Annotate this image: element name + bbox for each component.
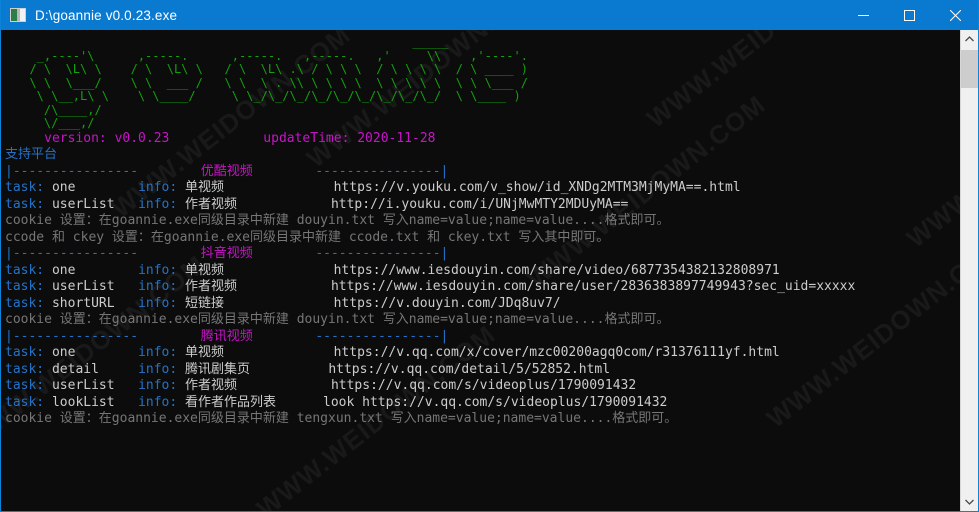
scroll-up-arrow-icon[interactable]	[961, 30, 978, 48]
close-button[interactable]	[932, 0, 978, 30]
scroll-down-arrow-icon[interactable]	[961, 493, 978, 511]
window-title: D:\goannie v0.0.23.exe	[35, 7, 178, 23]
scrollbar-thumb[interactable]	[961, 50, 978, 88]
minimize-button[interactable]	[840, 0, 886, 30]
console-app-icon	[10, 8, 26, 22]
maximize-button[interactable]	[886, 0, 932, 30]
scrollbar-track[interactable]	[961, 48, 978, 493]
ascii-logo: _____ _,----'\ ,-----. ,-----. ,-----. ,…	[29, 35, 528, 130]
console-output-area[interactable]: WWW.WEIDOWN.COM WWW.WEIDOWN.COM WWW.WEID…	[1, 30, 960, 511]
title-bar[interactable]: D:\goannie v0.0.23.exe	[1, 0, 978, 30]
application-window: D:\goannie v0.0.23.exe WWW.WEIDOWN.COM W…	[0, 0, 979, 512]
window-controls	[840, 0, 978, 30]
vertical-scrollbar[interactable]	[960, 30, 978, 511]
console-text: version: v0.0.23 updateTime: 2020-11-28 …	[5, 130, 856, 427]
